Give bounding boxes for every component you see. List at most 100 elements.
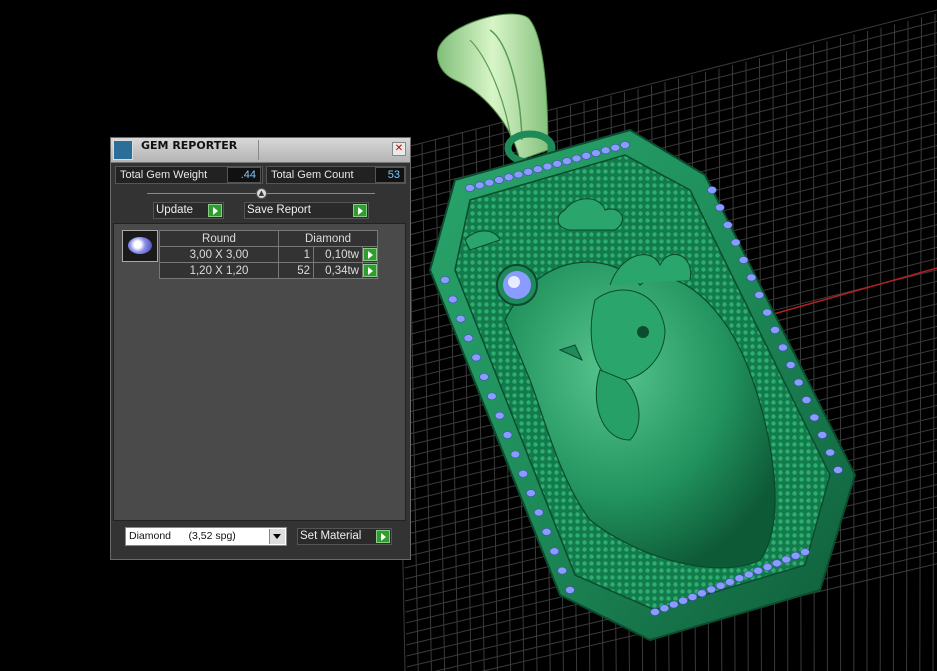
side-gem bbox=[707, 186, 717, 194]
total-gem-count-value: 53 bbox=[375, 167, 405, 183]
play-icon bbox=[376, 530, 390, 543]
side-gem bbox=[725, 578, 735, 586]
chevron-down-icon[interactable] bbox=[269, 529, 285, 544]
side-gem bbox=[502, 431, 513, 439]
grid-line bbox=[906, 20, 909, 671]
panel-titlebar[interactable]: GEM REPORTER ✕ bbox=[111, 138, 410, 163]
side-gem bbox=[620, 141, 630, 149]
side-gem bbox=[448, 295, 458, 304]
side-gem bbox=[754, 291, 765, 299]
side-gem bbox=[503, 173, 514, 182]
side-gem bbox=[697, 589, 707, 598]
update-button[interactable]: Update bbox=[153, 202, 224, 219]
side-gem bbox=[678, 596, 688, 605]
side-gem bbox=[455, 314, 466, 323]
side-gem bbox=[494, 411, 505, 420]
collapse-toggle[interactable]: ▲ bbox=[256, 188, 267, 199]
gem-weight-cell: 0,10tw bbox=[313, 246, 363, 263]
side-gem bbox=[730, 238, 741, 247]
shape-header: Round bbox=[159, 230, 279, 247]
side-gem bbox=[659, 604, 670, 613]
side-gem bbox=[770, 326, 780, 334]
set-material-button-label: Set Material bbox=[300, 530, 362, 542]
side-gem bbox=[781, 555, 792, 564]
side-gem bbox=[650, 608, 660, 616]
table-row[interactable]: 3,00 X 3,00 1 0,10tw bbox=[159, 246, 378, 263]
play-icon bbox=[363, 264, 377, 277]
close-icon[interactable]: ✕ bbox=[392, 142, 406, 156]
set-material-button[interactable]: Set Material bbox=[297, 528, 392, 545]
side-gem bbox=[518, 469, 528, 478]
side-gem bbox=[825, 448, 835, 457]
side-gem bbox=[557, 566, 567, 575]
side-gem bbox=[743, 570, 754, 579]
side-gem bbox=[785, 361, 796, 369]
save-report-button[interactable]: Save Report bbox=[244, 202, 369, 219]
side-gem bbox=[565, 586, 575, 594]
side-gem bbox=[746, 273, 757, 282]
side-gem bbox=[523, 168, 533, 176]
side-gem bbox=[722, 221, 733, 229]
gem-count-cell: 1 bbox=[278, 246, 314, 263]
side-gem bbox=[533, 165, 543, 173]
gem-reporter-icon bbox=[113, 140, 133, 160]
save-report-button-label: Save Report bbox=[247, 204, 311, 216]
side-gem bbox=[465, 184, 475, 192]
side-gem bbox=[463, 334, 474, 342]
side-gem bbox=[809, 413, 820, 422]
gem-list-area[interactable]: Round Diamond 3,00 X 3,00 1 0,10tw 1,20 … bbox=[113, 223, 406, 521]
side-gem bbox=[753, 566, 763, 575]
gem-table: Round Diamond 3,00 X 3,00 1 0,10tw 1,20 … bbox=[159, 230, 378, 279]
play-icon bbox=[208, 204, 222, 217]
side-gem bbox=[474, 181, 485, 190]
side-gem bbox=[706, 585, 717, 594]
side-gem bbox=[487, 392, 497, 401]
panel-title: GEM REPORTER bbox=[141, 139, 238, 152]
side-gem bbox=[762, 563, 773, 571]
side-gem bbox=[762, 308, 772, 317]
round-diamond-icon[interactable] bbox=[122, 230, 158, 262]
side-gem bbox=[833, 466, 843, 474]
side-gem bbox=[801, 396, 812, 404]
side-gem bbox=[541, 528, 552, 536]
side-gem bbox=[591, 149, 601, 157]
side-gem bbox=[484, 178, 495, 187]
side-gem bbox=[571, 154, 582, 163]
side-gem bbox=[542, 162, 553, 171]
grid-line bbox=[866, 30, 868, 671]
gem-table-header: Round Diamond bbox=[159, 230, 378, 247]
row-select-button[interactable] bbox=[362, 262, 378, 279]
pendant-body bbox=[428, 128, 857, 642]
side-gem bbox=[510, 450, 521, 459]
material-dropdown-value: Diamond (3,52 spg) bbox=[129, 530, 236, 542]
pendant-bail bbox=[436, 13, 556, 166]
row-select-button[interactable] bbox=[362, 246, 378, 263]
side-gem bbox=[715, 203, 725, 212]
side-gem bbox=[793, 378, 804, 387]
side-gem bbox=[533, 508, 544, 517]
grid-line bbox=[879, 27, 882, 671]
gem-size-cell: 3,00 X 3,00 bbox=[159, 246, 279, 263]
side-gem bbox=[668, 600, 679, 609]
gem-size-cell: 1,20 X 1,20 bbox=[159, 262, 279, 279]
side-gem bbox=[687, 593, 698, 601]
side-gem bbox=[552, 160, 562, 168]
side-gem bbox=[734, 574, 745, 583]
side-gem bbox=[479, 373, 489, 381]
total-gem-weight-value: .44 bbox=[227, 167, 261, 183]
update-button-label: Update bbox=[156, 204, 194, 216]
material-dropdown[interactable]: Diamond (3,52 spg) bbox=[125, 527, 287, 546]
side-gem bbox=[772, 559, 782, 568]
side-gem bbox=[738, 256, 749, 264]
play-icon bbox=[353, 204, 367, 217]
side-gem bbox=[513, 170, 524, 179]
table-row[interactable]: 1,20 X 1,20 52 0,34tw bbox=[159, 262, 378, 279]
play-icon bbox=[363, 248, 377, 261]
side-gem bbox=[600, 146, 611, 155]
side-gem bbox=[549, 547, 560, 556]
side-gem bbox=[440, 276, 450, 284]
side-gem bbox=[817, 431, 828, 439]
gem-weight-cell: 0,34tw bbox=[313, 262, 363, 279]
gem-count-cell: 52 bbox=[278, 262, 314, 279]
side-gem bbox=[526, 489, 536, 497]
